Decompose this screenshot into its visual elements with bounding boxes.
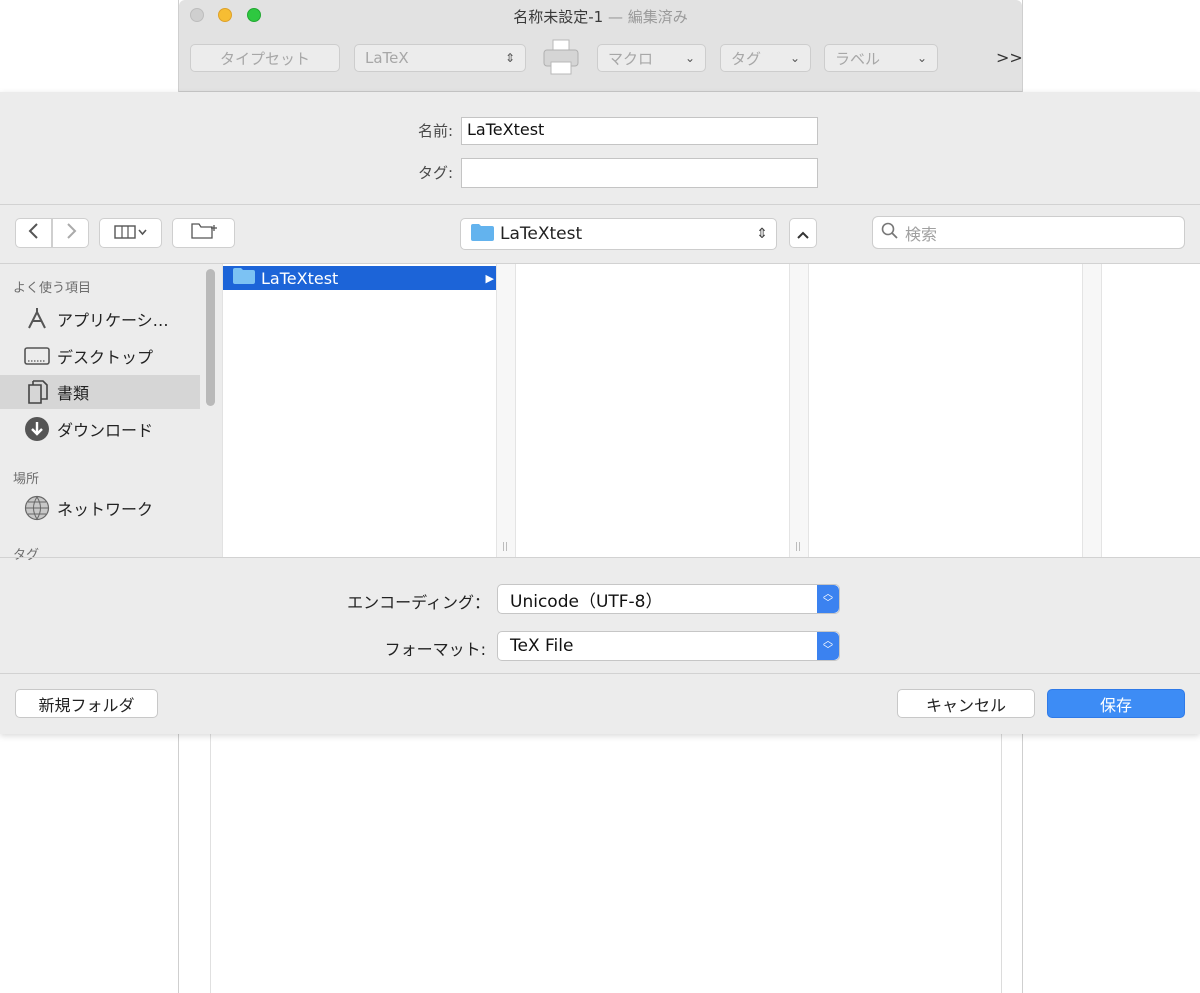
updown-chevron-icon: ︿ ﹀ xyxy=(817,585,839,613)
cancel-button[interactable]: キャンセル xyxy=(897,689,1035,718)
label-menu[interactable]: ラベル ⌄ xyxy=(824,44,938,72)
list-item-label: LaTeXtest xyxy=(261,268,339,288)
sidebar-item-label: デスクトップ xyxy=(57,348,154,367)
sidebar-item-downloads[interactable]: ダウンロード xyxy=(0,412,200,446)
editor-titlebar: 名称未設定-1 — 編集済み タイプセット LaTeX ⇕ マクロ ⌄ タグ ⌄… xyxy=(179,0,1023,92)
browser-column-4 xyxy=(1102,264,1200,557)
updown-chevron-icon: ⇕ xyxy=(504,51,515,65)
list-item-latextest[interactable]: LaTeXtest ▶ xyxy=(223,266,497,290)
column-resize-handle[interactable] xyxy=(1082,264,1102,557)
column-resize-handle[interactable]: || xyxy=(789,264,809,557)
sidebar-item-label: ダウンロード xyxy=(57,421,154,440)
search-field[interactable]: 検索 xyxy=(872,216,1185,249)
chevron-down-icon: ⌄ xyxy=(684,51,695,65)
folder-icon xyxy=(233,268,255,288)
sidebar: よく使う項目 アプリケーシ… デスクトップ 書類 ダウンロード 場所 ネットワー… xyxy=(0,264,222,563)
editor-border xyxy=(1001,733,1002,993)
encoding-label: エンコーディング： xyxy=(347,593,490,612)
save-button[interactable]: 保存 xyxy=(1047,689,1185,718)
divider xyxy=(0,557,1200,558)
sidebar-scrollbar[interactable] xyxy=(206,269,215,406)
typeset-label: タイプセット xyxy=(219,49,310,68)
expand-collapse-button[interactable] xyxy=(789,218,817,248)
name-label: 名前: xyxy=(417,122,453,140)
sidebar-item-label: アプリケーシ… xyxy=(57,311,169,330)
grip-icon: || xyxy=(502,542,509,552)
edited-indicator: — 編集済み xyxy=(607,8,688,26)
engine-select[interactable]: LaTeX ⇕ xyxy=(354,44,526,72)
chevron-down-icon: ⌄ xyxy=(789,51,800,65)
format-label: フォーマット: xyxy=(384,640,486,659)
view-mode-button[interactable] xyxy=(99,218,162,248)
applications-icon xyxy=(24,306,50,332)
format-select[interactable]: TeX File ︿ ﹀ xyxy=(497,631,840,661)
location-popup[interactable]: LaTeXtest ⇕ xyxy=(460,218,777,250)
sidebar-item-label: ネットワーク xyxy=(57,500,154,519)
forward-button[interactable] xyxy=(52,218,89,248)
new-folder-icon xyxy=(190,222,217,244)
network-icon xyxy=(24,495,50,521)
window-title: 名称未設定-1 — 編集済み xyxy=(179,6,1022,27)
tag-menu[interactable]: タグ ⌄ xyxy=(720,44,811,72)
filename-field[interactable]: LaTeXtest xyxy=(461,117,818,145)
tags-label: タグ: xyxy=(417,164,453,182)
label-label: ラベル xyxy=(835,49,881,68)
divider xyxy=(0,204,1200,205)
sidebar-item-desktop[interactable]: デスクトップ xyxy=(0,339,200,373)
updown-chevron-icon: ︿ ﹀ xyxy=(817,632,839,660)
updown-chevron-icon: ⇕ xyxy=(756,226,768,242)
sidebar-item-network[interactable]: ネットワーク xyxy=(0,491,200,525)
sidebar-item-documents[interactable]: 書類 xyxy=(0,375,200,409)
tags-header: タグ xyxy=(13,548,40,563)
sidebar-item-applications[interactable]: アプリケーシ… xyxy=(0,302,200,336)
new-folder-button[interactable]: 新規フォルダ xyxy=(15,689,158,718)
search-placeholder: 検索 xyxy=(905,224,938,244)
sidebar-item-label: 書類 xyxy=(57,384,90,403)
macro-menu[interactable]: マクロ ⌄ xyxy=(597,44,706,72)
disclosure-arrow-icon: ▶ xyxy=(485,271,494,285)
column-resize-handle[interactable]: || xyxy=(496,264,516,557)
document-name: 名称未設定-1 xyxy=(513,8,604,26)
favorites-header: よく使う項目 xyxy=(13,281,92,296)
toolbar-overflow-button[interactable]: >> xyxy=(996,48,1023,67)
folder-icon xyxy=(471,223,494,245)
browser-column-2 xyxy=(516,264,789,557)
browser-column-3 xyxy=(809,264,1082,557)
downloads-icon xyxy=(24,416,50,442)
chevron-right-icon xyxy=(65,223,77,243)
locations-header: 場所 xyxy=(13,472,40,487)
grip-icon: || xyxy=(795,542,802,552)
tags-field[interactable] xyxy=(461,158,818,188)
macro-label: マクロ xyxy=(608,49,654,68)
back-button[interactable] xyxy=(15,218,52,248)
divider xyxy=(0,673,1200,674)
engine-label: LaTeX xyxy=(365,49,409,67)
line-number-gutter xyxy=(179,733,211,993)
printer-icon[interactable] xyxy=(541,38,581,78)
new-folder-icon-button[interactable] xyxy=(172,218,235,248)
documents-icon xyxy=(24,379,50,405)
save-sheet: 名前: LaTeXtest タグ: LaTeXtest ⇕ 検索 よく使う項目 … xyxy=(0,92,1200,734)
desktop-icon xyxy=(24,343,50,369)
typeset-button[interactable]: タイプセット xyxy=(190,44,340,72)
browser-column-1: LaTeXtest ▶ xyxy=(222,264,497,557)
chevron-up-icon xyxy=(797,224,809,243)
chevron-down-icon: ⌄ xyxy=(916,51,927,65)
format-value: TeX File xyxy=(510,636,574,656)
chevron-left-icon xyxy=(28,223,40,243)
tag-label: タグ xyxy=(731,49,762,68)
search-icon xyxy=(881,222,899,244)
column-view-icon xyxy=(113,224,148,243)
location-label: LaTeXtest xyxy=(500,224,583,244)
encoding-select[interactable]: Unicode（UTF-8） ︿ ﹀ xyxy=(497,584,840,614)
encoding-value: Unicode（UTF-8） xyxy=(510,591,663,612)
